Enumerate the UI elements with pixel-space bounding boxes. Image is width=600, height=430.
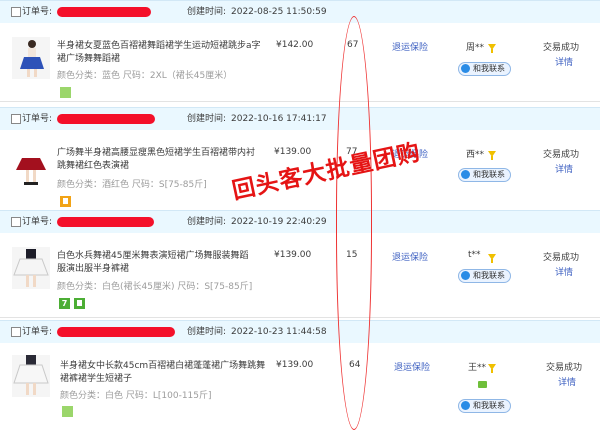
product-title[interactable]: 半身裙女夏蓝色百褶裙舞蹈裙学生运动短裙跳步a字 裙广场舞舞蹈裙 (57, 40, 261, 66)
price: ¥139.00 (276, 360, 314, 370)
filter-icon[interactable] (488, 44, 496, 53)
status-text: 交易成功 (543, 150, 580, 160)
created-time-label: 创建时间: (187, 217, 227, 227)
product-title[interactable]: 白色水兵舞裙45厘米舞表演短裙广场舞服装舞蹈 服演出服半身裤裙 (57, 250, 248, 276)
order-number-redaction (57, 327, 175, 337)
created-time-value: 2022-10-19 22:40:29 (231, 217, 327, 227)
product-title[interactable]: 半身裙女中长款45cm百褶裙白裙蓬蓬裙广场舞跳舞 裙裤裙学生短裙子 (60, 360, 265, 386)
status-text: 交易成功 (543, 253, 580, 263)
order-number-label: 订单号: (22, 114, 53, 124)
order-number-redaction (57, 217, 154, 227)
filter-icon[interactable] (488, 364, 496, 373)
buyer-name: t** (468, 250, 481, 260)
product-spec: 颜色分类：白色 尺码：L[100-115斤] (60, 391, 212, 401)
created-time-label: 创建时间: (187, 114, 227, 124)
contact-icon (461, 64, 470, 73)
detail-link[interactable]: 详情 (555, 55, 573, 68)
order-header: 订单号: 创建时间: 2022-10-23 11:44:58 (0, 320, 600, 344)
product-thumbnail[interactable] (12, 355, 50, 397)
order-header: 订单号: 创建时间: 2022-10-19 22:40:29 (0, 210, 600, 234)
service-link[interactable]: 退运保险 (392, 250, 428, 263)
status-text: 交易成功 (546, 363, 583, 373)
product-spec: 颜色分类：蓝色 尺码：2XL（裙长45厘米） (57, 71, 233, 81)
detail-link[interactable]: 详情 (555, 162, 573, 175)
created-time-label: 创建时间: (187, 7, 227, 17)
order-number-redaction (57, 114, 155, 124)
product-title[interactable]: 广场舞半身裙高腰显瘦黑色短裙学生百褶裙带内衬 跳舞裙红色表演裙 (57, 147, 255, 173)
product-spec: 颜色分类：白色(裙长45厘米) 尺码：S[75-85斤] (57, 282, 253, 292)
filter-icon[interactable] (488, 254, 496, 263)
order-number-label: 订单号: (22, 7, 53, 17)
order-header: 订单号: 创建时间: 2022-10-16 17:41:17 (0, 107, 600, 131)
product-spec: 颜色分类：酒红色 尺码：S[75-85斤] (57, 180, 207, 190)
order-checkbox[interactable] (11, 217, 21, 227)
product-thumbnail[interactable] (12, 247, 50, 289)
product-thumbnail[interactable] (12, 37, 50, 79)
detail-link[interactable]: 详情 (555, 265, 573, 278)
product-thumbnail[interactable] (12, 144, 50, 186)
yellow-badge-icon (74, 298, 85, 309)
green-badge-icon (62, 406, 73, 417)
created-time-label: 创建时间: (187, 327, 227, 337)
order-body: 半身裙女夏蓝色百褶裙舞蹈裙学生运动短裙跳步a字 裙广场舞舞蹈裙 颜色分类：蓝色 尺… (0, 23, 600, 102)
filter-icon[interactable] (488, 151, 496, 160)
green-badge-icon (60, 87, 71, 98)
green-badge-icon: 7 (59, 298, 70, 309)
order-checkbox[interactable] (11, 114, 21, 124)
order-number-redaction (57, 7, 151, 17)
order-number-label: 订单号: (22, 217, 53, 227)
buyer-name: 西** (466, 150, 485, 160)
order-checkbox[interactable] (11, 7, 21, 17)
status-text: 交易成功 (543, 43, 580, 53)
contact-icon (461, 271, 470, 280)
chat-icon[interactable] (478, 381, 487, 388)
price: ¥139.00 (274, 250, 312, 260)
contact-button[interactable]: 和我联系 (458, 62, 511, 76)
created-time-value: 2022-10-16 17:41:17 (231, 114, 327, 124)
contact-button[interactable]: 和我联系 (458, 269, 511, 283)
order-body: 白色水兵舞裙45厘米舞表演短裙广场舞服装舞蹈 服演出服半身裤裙 颜色分类：白色(裙… (0, 233, 600, 318)
contact-button[interactable]: 和我联系 (458, 168, 511, 182)
contact-icon (461, 401, 470, 410)
contact-button[interactable]: 和我联系 (458, 399, 511, 413)
order-number-label: 订单号: (22, 327, 53, 337)
buyer-name: 周** (466, 43, 485, 53)
order-checkbox[interactable] (11, 327, 21, 337)
created-time-value: 2022-10-23 11:44:58 (231, 327, 327, 337)
detail-link[interactable]: 详情 (558, 375, 576, 388)
quantity-highlight-oval (336, 16, 372, 430)
buyer-name: 王** (468, 363, 487, 373)
service-link[interactable]: 退运保险 (392, 40, 428, 53)
created-time-value: 2022-08-25 11:50:59 (231, 7, 327, 17)
yellow-badge-icon (60, 196, 71, 207)
order-body: 半身裙女中长款45cm百褶裙白裙蓬蓬裙广场舞跳舞 裙裤裙学生短裙子 颜色分类：白色… (0, 343, 600, 428)
order-header: 订单号: 创建时间: 2022-08-25 11:50:59 (0, 0, 600, 24)
service-link[interactable]: 退运保险 (394, 360, 430, 373)
contact-icon (461, 170, 470, 179)
price: ¥142.00 (276, 40, 314, 50)
